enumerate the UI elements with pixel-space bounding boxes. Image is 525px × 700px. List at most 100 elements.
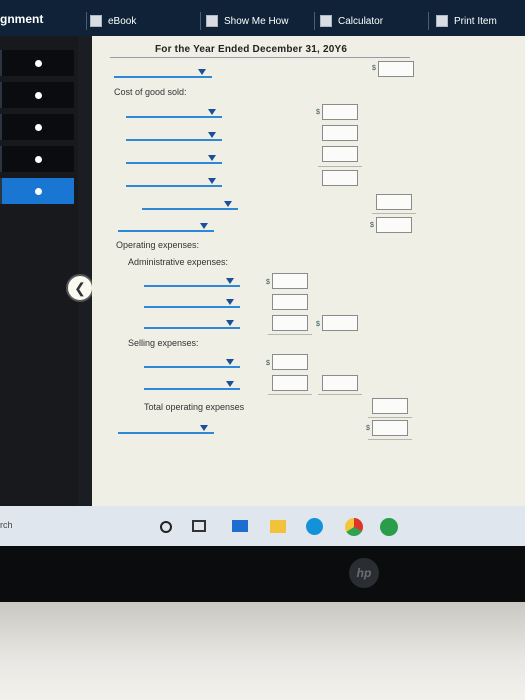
cogs-dropdown[interactable] [126,178,222,187]
step-item[interactable] [0,82,74,108]
header-divider [110,57,410,58]
currency-symbol: $ [370,222,374,229]
amount-input[interactable] [378,61,414,77]
subtotal-rule [268,334,312,335]
hp-logo-text: hp [356,566,372,580]
subtotal-rule [268,394,312,395]
admin-expense-dropdown[interactable] [144,320,240,329]
chevron-down-icon [226,320,234,326]
video-icon [206,15,218,27]
calculator-button[interactable]: Calculator [320,10,383,32]
admin-amount-input[interactable] [272,315,308,331]
task-view-icon[interactable] [192,520,206,532]
admin-total-input[interactable] [322,315,358,331]
currency-symbol: $ [372,65,376,72]
admin-amount-input[interactable] [272,294,308,310]
chevron-left-icon: ❮ [74,279,86,296]
selling-amount-input[interactable] [272,375,308,391]
currency-symbol: $ [316,109,320,116]
step-dot-icon [34,155,42,163]
cogs-amount-input[interactable] [322,104,358,120]
income-statement-panel: For the Year Ended December 31, 20Y6 $ C… [92,36,525,506]
chevron-down-icon [226,381,234,387]
operating-income-input[interactable] [372,420,408,436]
spotify-icon[interactable] [380,518,398,536]
chevron-down-icon [200,223,208,229]
selling-expense-dropdown[interactable] [144,381,240,390]
chevron-down-icon [208,155,216,161]
ebook-label: eBook [108,15,137,27]
cost-of-goods-sold-label: Cost of good sold: [114,87,187,97]
header-bar: gnment eBook Show Me How Calculator Prin… [0,0,525,36]
admin-amount-input[interactable] [272,273,308,289]
ebook-button[interactable]: eBook [90,10,136,32]
step-item[interactable] [0,146,74,172]
print-item-button[interactable]: Print Item [436,10,497,32]
selling-expense-dropdown[interactable] [144,359,240,368]
gross-profit-input[interactable] [376,217,412,233]
header-separator [86,12,87,30]
book-icon [90,15,102,27]
step-dot-icon [34,187,42,195]
cogs-amount-input[interactable] [322,170,358,186]
cortana-icon[interactable] [160,521,172,533]
laptop-bezel: hp [0,546,525,602]
print-item-label: Print Item [454,15,497,27]
total-operating-expenses-input[interactable] [372,398,408,414]
chrome-browser-icon[interactable] [345,518,363,536]
step-dot-icon [34,91,42,99]
account-dropdown[interactable] [114,69,212,78]
step-dot-icon [34,123,42,131]
operating-income-dropdown[interactable] [118,425,214,434]
operating-expenses-label: Operating expenses: [116,240,200,250]
chevron-down-icon [224,201,232,207]
cogs-amount-input[interactable] [322,125,358,141]
step-item[interactable] [0,114,74,140]
calculator-label: Calculator [338,15,384,27]
header-separator [428,12,429,30]
file-explorer-icon[interactable] [270,520,286,533]
subtotal-rule [368,417,412,418]
laptop-keyboard [0,602,525,700]
subtotal-rule [318,166,362,167]
subtotal-rule [368,439,412,440]
statement-period: For the Year Ended December 31, 20Y6 [155,44,348,55]
show-me-how-button[interactable]: Show Me How [206,10,288,32]
currency-symbol: $ [316,321,320,328]
administrative-expenses-label: Administrative expenses: [128,257,229,267]
previous-button[interactable]: ❮ [66,274,94,302]
subtotal-rule [372,213,416,214]
step-item[interactable] [0,50,74,76]
cogs-total-input[interactable] [376,194,412,210]
chevron-down-icon [226,278,234,284]
header-separator [200,12,201,30]
cogs-dropdown[interactable] [126,109,222,118]
chevron-down-icon [198,69,206,75]
step-item-active[interactable] [0,178,74,204]
currency-symbol: $ [366,425,370,432]
cogs-amount-input[interactable] [322,146,358,162]
taskbar-search[interactable]: rch [0,520,13,530]
mail-icon[interactable] [232,520,248,532]
edge-browser-icon[interactable] [306,518,323,535]
subtotal-rule [318,394,362,395]
chevron-down-icon [226,359,234,365]
chevron-down-icon [226,299,234,305]
currency-symbol: $ [266,279,270,286]
assignment-title: gnment [0,12,44,26]
show-me-how-label: Show Me How [224,15,289,27]
cogs-dropdown[interactable] [126,132,222,141]
print-icon [436,15,448,27]
selling-total-input[interactable] [322,375,358,391]
admin-expense-dropdown[interactable] [144,299,240,308]
gross-profit-dropdown[interactable] [118,223,214,232]
header-separator [314,12,315,30]
step-sidebar [0,36,78,506]
cogs-total-dropdown[interactable] [142,201,238,210]
selling-amount-input[interactable] [272,354,308,370]
chevron-down-icon [208,132,216,138]
cogs-dropdown[interactable] [126,155,222,164]
os-taskbar: rch [0,506,525,546]
selling-expenses-label: Selling expenses: [128,338,199,348]
admin-expense-dropdown[interactable] [144,278,240,287]
